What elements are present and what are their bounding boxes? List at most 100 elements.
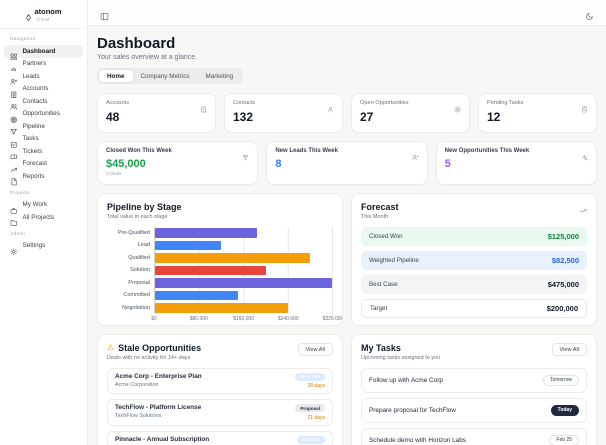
pipeline-bar	[155, 253, 310, 263]
sidebar-item-forecast[interactable]: Forecast	[4, 158, 83, 172]
sidebar: atonom CRM Navigation Dashboard Partners…	[0, 0, 88, 445]
page-title: Dashboard	[97, 35, 176, 52]
pipeline-bar	[155, 303, 288, 313]
trophy-icon	[242, 148, 249, 161]
task-item[interactable]: Follow up with Acme Corp Tomorrow	[361, 367, 587, 393]
sidebar-item-opportunities[interactable]: Opportunities	[4, 108, 83, 123]
users-icon	[10, 98, 18, 110]
due-badge: Tomorrow	[543, 374, 579, 386]
chart-subtitle: Total value in each stage	[107, 213, 168, 220]
nav-section-label: Projects	[10, 190, 30, 196]
sidebar-item-all-projects[interactable]: All Projects	[4, 211, 83, 226]
funnel-icon	[10, 123, 18, 135]
sidebar-item-my-work[interactable]: My Work	[4, 199, 83, 214]
sidebar-item-settings[interactable]: Settings	[4, 240, 83, 255]
sidebar-item-tickets[interactable]: Tickets	[4, 145, 83, 159]
brand-mark-icon	[25, 8, 32, 21]
view-all-button[interactable]: View All	[297, 343, 333, 356]
sidebar-item-contacts[interactable]: Contacts	[4, 95, 83, 110]
tab-company-metrics[interactable]: Company Metrics	[133, 70, 198, 82]
ticket-icon	[10, 148, 18, 159]
brand-name: atonom	[34, 7, 62, 16]
kpi-accounts: Accounts 48	[97, 93, 216, 133]
axis-tick: $320,000	[322, 316, 343, 322]
nav-section-label: Navigation	[10, 37, 36, 42]
dashboard-icon	[10, 48, 18, 60]
week-value: 5	[444, 158, 451, 170]
bar-label: Pre-Qualified	[117, 229, 150, 236]
sidebar-toggle-icon[interactable]	[100, 8, 109, 20]
trending-up-icon	[579, 202, 587, 213]
kpi-value: 48	[106, 110, 120, 124]
building-icon	[10, 85, 18, 98]
sidebar-item-reports[interactable]: Reports	[4, 170, 83, 186]
tab-home[interactable]: Home	[99, 70, 133, 82]
bar-row	[155, 252, 332, 265]
sidebar-item-pipeline[interactable]: Pipeline	[4, 120, 83, 135]
kpi-pending-tasks: Pending Tasks 12	[478, 93, 597, 133]
kpi-open-opportunities: Open Opportunities 27	[351, 93, 470, 133]
view-all-button[interactable]: View All	[551, 343, 587, 356]
user-plus-icon	[412, 148, 419, 161]
kpi-value: 12	[487, 110, 501, 124]
theme-toggle-icon[interactable]	[585, 8, 594, 20]
sidebar-item-leads[interactable]: Leads	[4, 70, 83, 85]
week-sub: 3 deals	[106, 172, 122, 177]
pipeline-bars	[154, 226, 333, 314]
task-list: Follow up with Acme Corp Tomorrow Prepar…	[361, 367, 587, 445]
task-item[interactable]: Schedule demo with Horizon Labs Feb 25	[361, 427, 587, 445]
file-icon	[10, 173, 18, 186]
week-value: $45,000	[106, 158, 146, 170]
forecast-row: Target $200,000	[361, 298, 587, 318]
axis-tick: $240,000	[277, 316, 299, 322]
middle-row: Pipeline by Stage Total value in each st…	[97, 193, 597, 326]
forecast-value: $125,000	[547, 231, 579, 241]
stale-item[interactable]: Pinnacle - Annual Subscription Pinnacle …	[107, 430, 333, 445]
tab-marketing[interactable]: Marketing	[198, 70, 242, 82]
bar-row	[155, 264, 332, 277]
kpi-value: 27	[360, 110, 374, 124]
bar-label: Negotiation	[122, 304, 150, 311]
stage-badge: Solution	[296, 435, 325, 444]
sidebar-item-dashboard[interactable]: Dashboard	[4, 45, 83, 60]
sidebar-item-partners[interactable]: Partners	[4, 58, 83, 71]
forecast-value: $82,500	[551, 255, 579, 265]
bar-label: Qualified	[128, 254, 150, 261]
forecast-rows: Closed Won $125,000 Weighted Pipeline $8…	[361, 226, 587, 318]
main-area: Dashboard Your sales overview at a glanc…	[88, 0, 606, 445]
tasks-subtitle: Upcoming tasks assigned to you	[361, 354, 441, 361]
topbar	[88, 0, 606, 26]
pipeline-bar	[155, 240, 222, 250]
clipboard-icon	[581, 100, 588, 113]
forecast-title: Forecast	[361, 202, 399, 212]
check-square-icon	[10, 135, 18, 148]
sidebar-item-tasks[interactable]: Tasks	[4, 133, 83, 148]
forecast-card: Forecast This Month Closed Won $125,000 …	[351, 193, 597, 326]
kpi-contacts: Contacts 132	[224, 93, 343, 133]
pipeline-by-stage-card: Pipeline by Stage Total value in each st…	[97, 193, 343, 326]
week-sub	[275, 172, 418, 177]
chart-title: Pipeline by Stage	[107, 202, 182, 212]
pipeline-axis: $0 $80,000 $160,000 $240,000 $320,000	[107, 316, 342, 323]
bottom-row: ⚠ Stale Opportunities Deals with no acti…	[97, 334, 597, 445]
stale-item[interactable]: TechFlow - Platform License TechFlow Sol…	[107, 399, 333, 426]
bar-row	[155, 277, 332, 290]
sidebar-item-accounts[interactable]: Accounts	[4, 83, 83, 98]
pipeline-bar	[155, 290, 238, 300]
bar-label: Proposal	[128, 279, 150, 286]
axis-tick: $160,000	[233, 316, 254, 322]
stale-title: Stale Opportunities	[118, 343, 202, 353]
stale-subtitle: Deals with no activity for 14+ days	[107, 354, 191, 361]
due-badge: Today	[550, 404, 579, 416]
stale-item[interactable]: Acme Corp - Enterprise Plan Acme Corpora…	[107, 367, 333, 394]
brand-logo: atonom CRM	[0, 0, 87, 29]
task-item[interactable]: Prepare proposal for TechFlow Today	[361, 397, 587, 423]
kpi-value: 132	[233, 110, 254, 124]
pipeline-bar	[155, 265, 266, 275]
gear-icon	[10, 242, 18, 255]
user-icon	[327, 100, 334, 113]
week-value: 8	[275, 158, 282, 170]
sparkles-icon	[581, 148, 588, 161]
page-subtitle: Your sales overview at a glance.	[97, 54, 198, 61]
building-icon	[200, 100, 207, 113]
